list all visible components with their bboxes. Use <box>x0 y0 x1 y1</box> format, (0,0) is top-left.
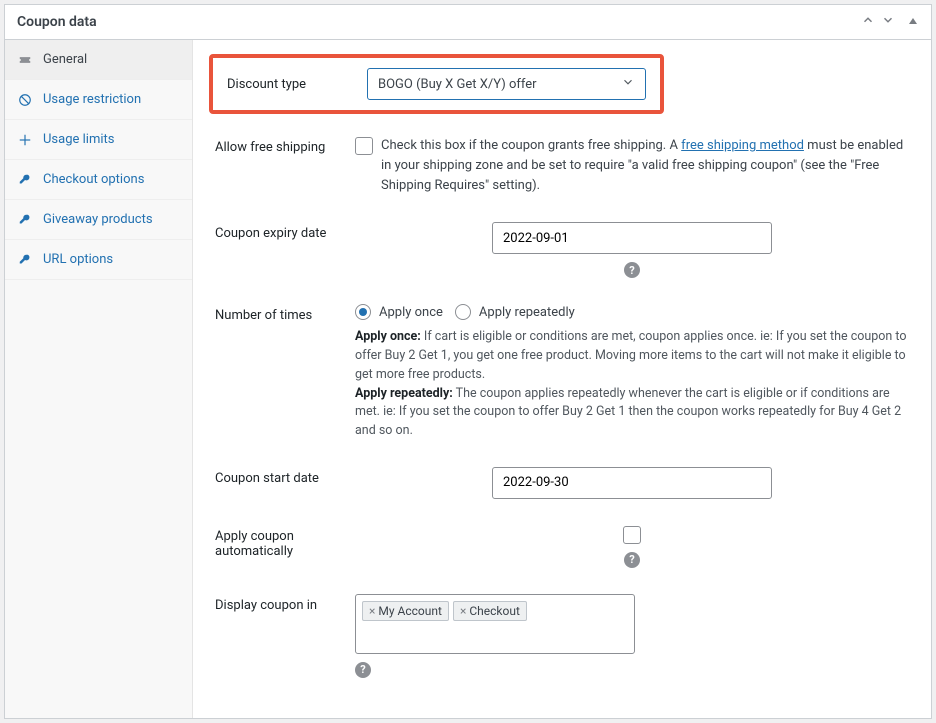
sidebar-item-label: Usage limits <box>43 132 114 147</box>
close-icon[interactable]: × <box>460 604 466 618</box>
sidebar-item-url-options[interactable]: URL options <box>5 240 192 280</box>
help-icon[interactable]: ? <box>624 552 640 568</box>
display-in-tagbox[interactable]: ×My Account ×Checkout <box>355 594 635 654</box>
sidebar-item-giveaway-products[interactable]: Giveaway products <box>5 200 192 240</box>
sidebar-item-checkout-options[interactable]: Checkout options <box>5 160 192 200</box>
sidebar-item-label: Giveaway products <box>43 212 153 227</box>
sidebar-item-general[interactable]: General <box>5 40 192 80</box>
panel-up-icon[interactable] <box>861 13 875 31</box>
allow-free-shipping-label: Allow free shipping <box>215 136 355 155</box>
discount-type-label: Discount type <box>227 77 367 92</box>
sidebar-item-usage-limits[interactable]: Usage limits <box>5 120 192 160</box>
wrench-icon <box>17 253 33 267</box>
discount-type-value: BOGO (Buy X Get X/Y) offer <box>378 77 537 92</box>
number-of-times-label: Number of times <box>215 304 355 323</box>
coupon-start-input[interactable] <box>492 467 772 499</box>
auto-apply-row: Apply coupon automatically ? <box>215 517 909 586</box>
panel-title: Coupon data <box>17 14 861 30</box>
apply-help-text: Apply once: If cart is eligible or condi… <box>355 328 909 441</box>
discount-type-select[interactable]: BOGO (Buy X Get X/Y) offer <box>367 68 646 100</box>
coupon-data-panel: Coupon data General <box>4 4 932 719</box>
auto-apply-label: Apply coupon automatically <box>215 525 355 559</box>
display-coupon-in-row: Display coupon in ×My Account ×Checkout … <box>215 586 909 696</box>
sidebar-item-label: URL options <box>43 252 113 267</box>
content-area: Discount type BOGO (Buy X Get X/Y) offer… <box>193 40 931 718</box>
wrench-icon <box>17 173 33 187</box>
sidebar: General Usage restriction Usage limits C… <box>5 40 193 718</box>
sidebar-item-label: Checkout options <box>43 172 144 187</box>
block-icon <box>17 93 33 107</box>
number-of-times-row: Number of times Apply once Apply repeate… <box>215 296 909 459</box>
panel-header: Coupon data <box>5 5 931 40</box>
apply-once-label: Apply once <box>379 305 443 320</box>
highlighted-discount-type: Discount type BOGO (Buy X Get X/Y) offer <box>209 54 664 114</box>
auto-apply-checkbox[interactable] <box>623 526 641 544</box>
ticket-icon <box>17 53 33 67</box>
apply-repeatedly-radio[interactable] <box>455 304 471 320</box>
free-shipping-desc: Check this box if the coupon grants free… <box>381 136 909 196</box>
free-shipping-checkbox[interactable] <box>355 137 373 155</box>
panel-collapse-icon[interactable] <box>907 13 919 31</box>
sidebar-item-usage-restriction[interactable]: Usage restriction <box>5 80 192 120</box>
free-shipping-method-link[interactable]: free shipping method <box>681 138 804 153</box>
coupon-start-label: Coupon start date <box>215 467 355 486</box>
help-icon[interactable]: ? <box>624 262 640 278</box>
wrench-icon <box>17 213 33 227</box>
sliders-icon <box>17 133 33 147</box>
coupon-expiry-label: Coupon expiry date <box>215 222 355 241</box>
coupon-expiry-row: Coupon expiry date ? <box>215 214 909 296</box>
apply-once-radio[interactable] <box>355 304 371 320</box>
coupon-start-row: Coupon start date <box>215 459 909 517</box>
coupon-expiry-input[interactable] <box>492 222 772 254</box>
chevron-down-icon <box>621 75 635 93</box>
close-icon[interactable]: × <box>369 604 375 618</box>
apply-repeatedly-label: Apply repeatedly <box>479 305 575 320</box>
sidebar-item-label: Usage restriction <box>43 92 141 107</box>
panel-down-icon[interactable] <box>881 13 895 31</box>
display-in-label: Display coupon in <box>215 594 355 613</box>
help-icon[interactable]: ? <box>355 662 371 678</box>
sidebar-item-label: General <box>43 52 87 67</box>
allow-free-shipping-row: Allow free shipping Check this box if th… <box>215 128 909 214</box>
